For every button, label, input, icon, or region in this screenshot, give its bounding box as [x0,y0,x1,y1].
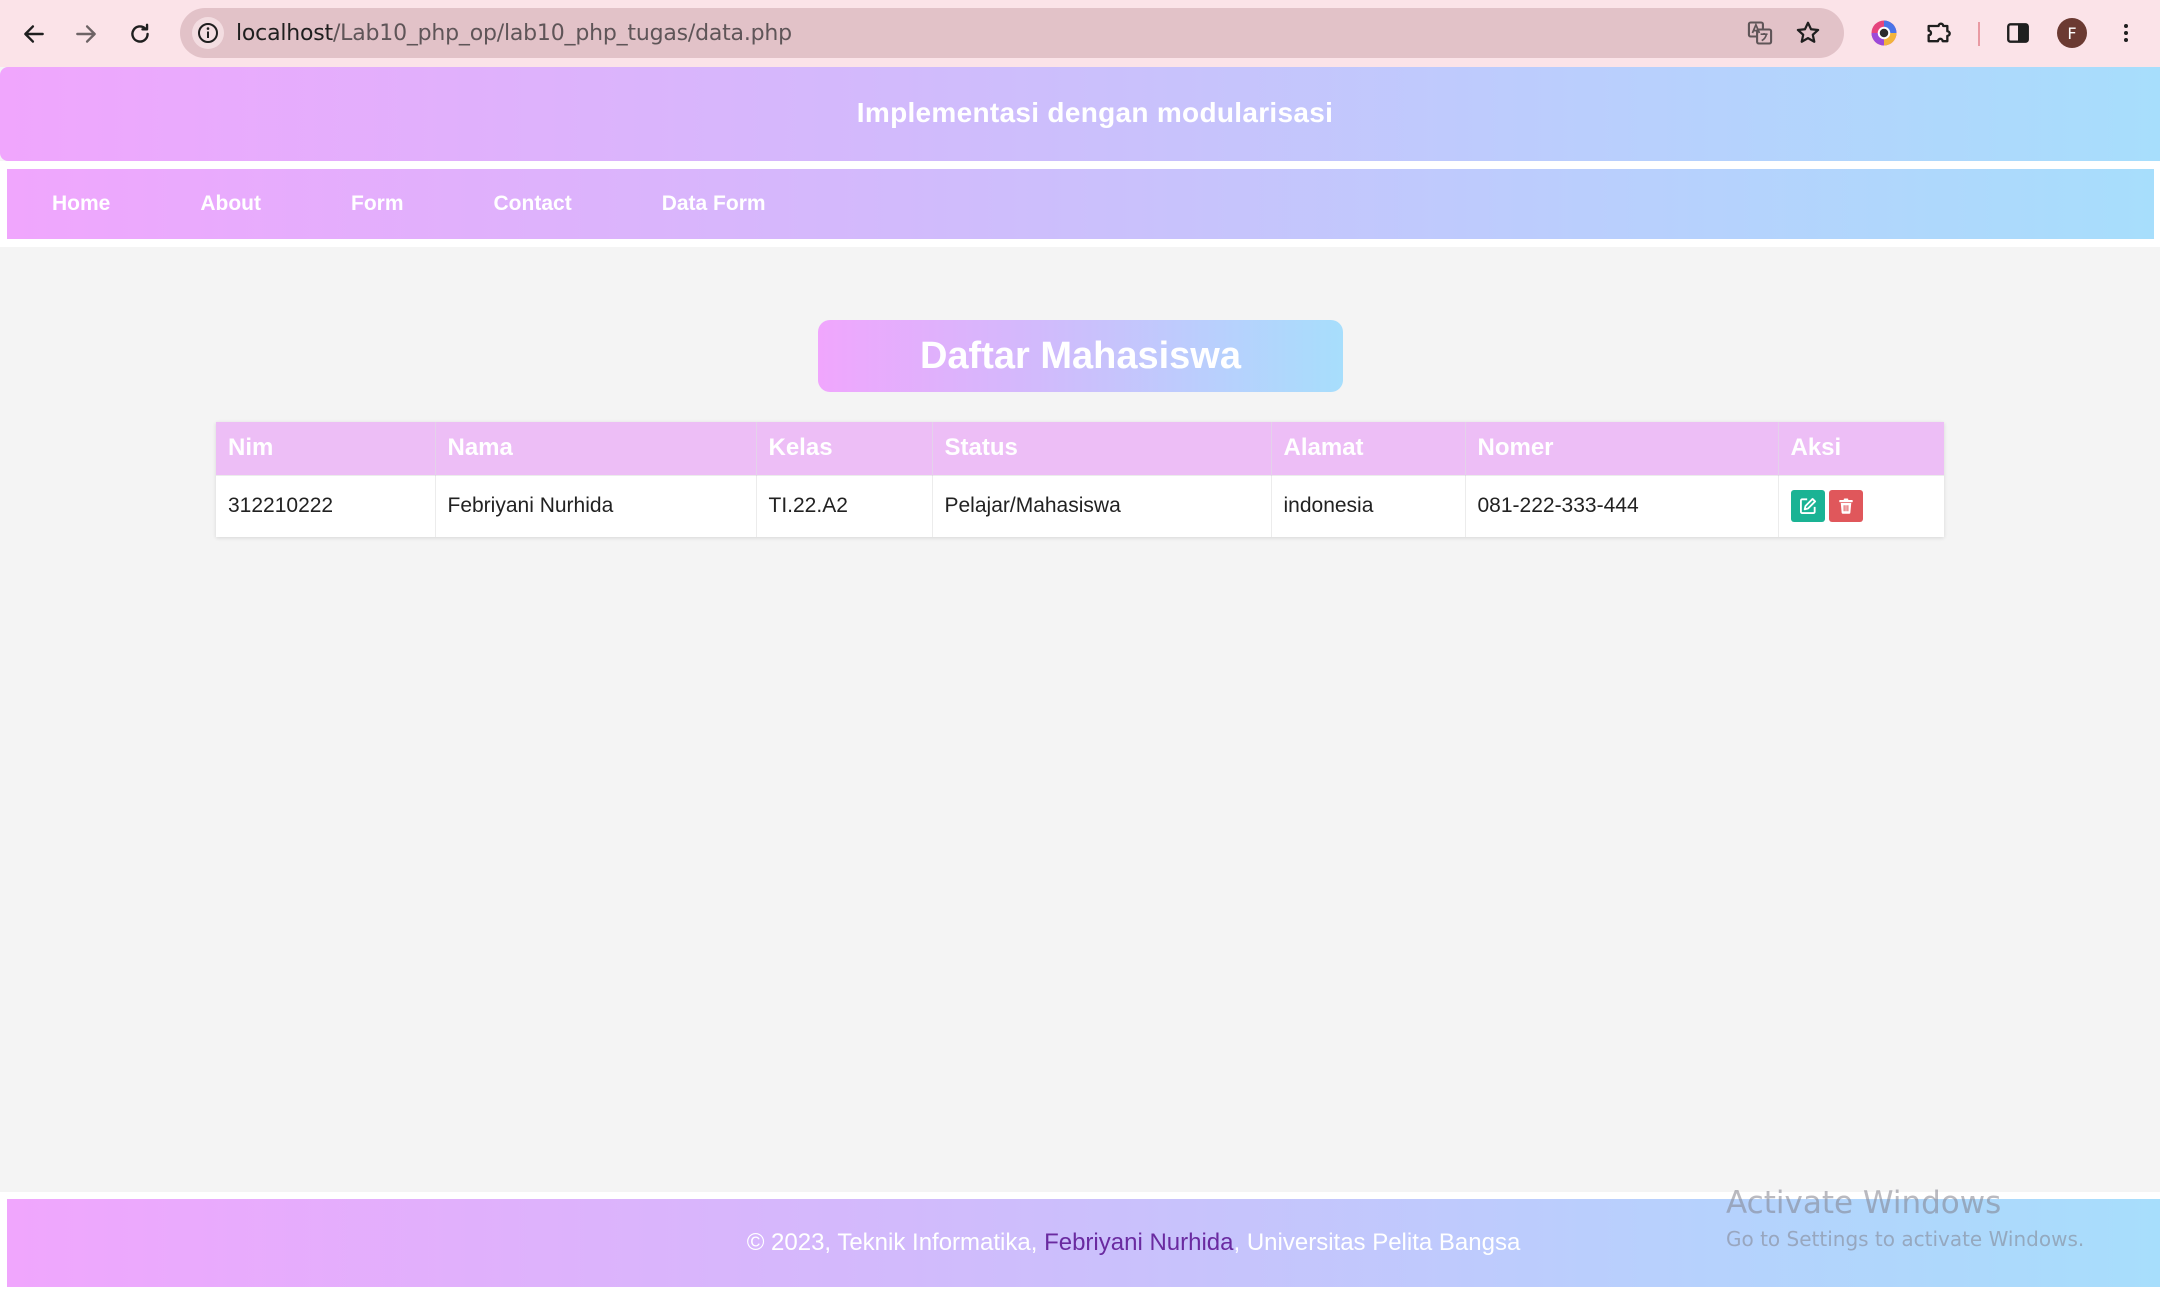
edit-button[interactable] [1790,490,1825,523]
edit-icon [1799,498,1816,515]
nav-contact-link[interactable]: Contact [449,192,617,216]
page-title: Daftar Mahasiswa [919,334,1241,377]
reload-icon[interactable] [118,12,162,56]
extensions-puzzle-icon[interactable] [1920,15,1956,51]
table-row: 312210222 Febriyani Nurhida TI.22.A2 Pel… [216,474,1944,537]
footer-text: © 2023, Teknik Informatika, Febriyani Nu… [746,1229,1521,1256]
column-header-nim: Nim [216,422,436,475]
nav-container: Home About Form Contact Data Form [0,161,2160,247]
delete-button[interactable] [1828,490,1863,523]
watermark-title: Activate Windows [1726,1185,2002,1221]
menu-kebab-icon[interactable] [2108,15,2144,51]
site-header: Implementasi dengan modularisasi [0,67,2160,161]
site-info-icon[interactable] [192,17,224,49]
bookmark-star-icon[interactable] [1792,17,1824,49]
cell-nomer: 081-222-333-444 [1465,474,1779,537]
activate-windows-watermark: Activate Windows Go to Settings to activ… [1726,1185,2084,1251]
column-header-nomer: Nomer [1465,422,1779,475]
main-nav: Home About Form Contact Data Form [7,169,2154,239]
side-panel-icon[interactable] [2000,15,2036,51]
translate-icon[interactable] [1744,17,1776,49]
page-title-box: Daftar Mahasiswa [818,320,1343,392]
student-table: Nim Nama Kelas Status Alamat Nomer Aksi … [216,422,1944,537]
nav-home-link[interactable]: Home [7,192,155,216]
footer-author-link[interactable]: Febriyani Nurhida [1044,1229,1233,1256]
cell-nama: Febriyani Nurhida [435,474,757,537]
address-bar[interactable]: localhost/Lab10_php_op/lab10_php_tugas/d… [180,8,1844,58]
nav-data-form-link[interactable]: Data Form [617,192,811,216]
nav-about-link[interactable]: About [155,192,306,216]
column-header-nama: Nama [435,422,757,475]
table-header-row: Nim Nama Kelas Status Alamat Nomer Aksi [216,422,1944,475]
site-title: Implementasi dengan modularisasi [856,97,1334,128]
profile-avatar[interactable]: F [2054,15,2090,51]
cell-alamat: indonesia [1271,474,1466,537]
student-table-container: Nim Nama Kelas Status Alamat Nomer Aksi … [216,422,1944,537]
toolbar-divider [1978,22,1980,46]
watermark-subtitle: Go to Settings to activate Windows. [1726,1227,2085,1251]
url-text: localhost/Lab10_php_op/lab10_php_tugas/d… [236,21,792,46]
nav-form-link[interactable]: Form [306,192,449,216]
cell-kelas: TI.22.A2 [756,474,933,537]
cell-aksi [1778,474,1944,537]
browser-toolbar: localhost/Lab10_php_op/lab10_php_tugas/d… [0,0,2160,67]
column-header-kelas: Kelas [756,422,933,475]
column-header-aksi: Aksi [1778,422,1944,475]
column-header-alamat: Alamat [1271,422,1466,475]
color-extension-icon[interactable] [1866,15,1902,51]
forward-icon[interactable] [64,12,108,56]
cell-nim: 312210222 [216,474,436,537]
back-icon[interactable] [12,12,56,56]
cell-status: Pelajar/Mahasiswa [932,474,1272,537]
column-header-status: Status [932,422,1272,475]
delete-icon [1838,498,1853,514]
